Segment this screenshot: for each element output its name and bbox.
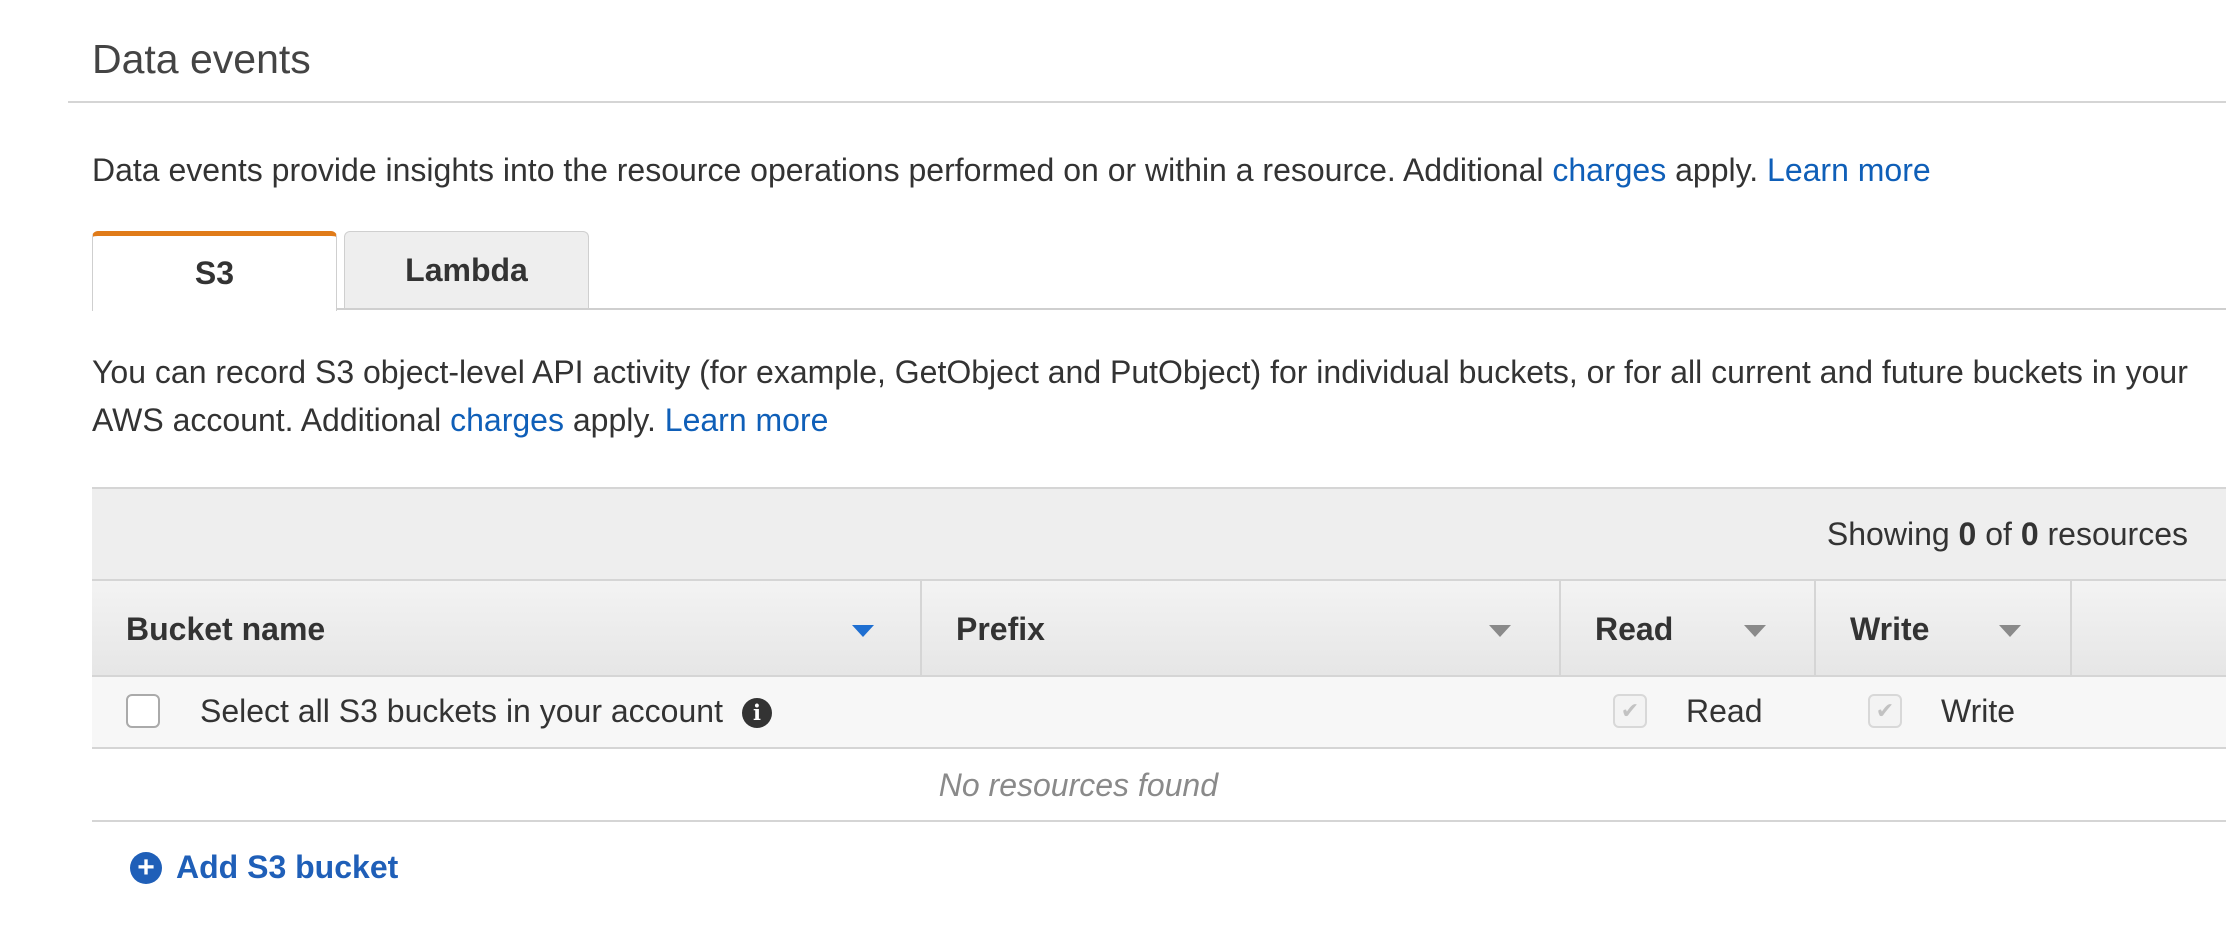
s3-description-text: You can record S3 object-level API activ… <box>92 354 2188 438</box>
section-title: Data events <box>92 36 311 82</box>
s3-description-text-after: apply. <box>572 402 656 438</box>
charges-link[interactable]: charges <box>1552 152 1666 188</box>
select-all-row: Select all S3 buckets in your account i … <box>92 677 2226 749</box>
info-icon[interactable]: i <box>742 698 772 728</box>
intro-description: Data events provide insights into the re… <box>92 152 1931 189</box>
tab-s3[interactable]: S3 <box>92 231 337 311</box>
section-title-divider <box>68 101 2226 103</box>
sort-down-icon <box>852 625 874 637</box>
sort-down-icon <box>1999 625 2021 637</box>
showing-count: 0 <box>1958 516 1977 552</box>
empty-state-row: No resources found <box>92 749 2226 822</box>
s3-description: You can record S3 object-level API activ… <box>92 348 2226 444</box>
column-header-bucket-name[interactable]: Bucket name <box>92 581 922 675</box>
plus-circle-icon: + <box>130 851 162 884</box>
table-column-headers: Bucket name Prefix Read Write <box>92 581 2226 677</box>
column-label: Read <box>1595 611 1674 647</box>
empty-message: No resources found <box>938 767 1218 803</box>
showing-of: of <box>1985 516 2012 552</box>
table-header-bar: Showing 0 of 0 resources <box>92 487 2226 581</box>
column-label: Bucket name <box>126 611 326 647</box>
write-label: Write <box>1941 693 2016 729</box>
column-header-prefix[interactable]: Prefix <box>922 581 1561 675</box>
column-label: Write <box>1850 611 1930 647</box>
select-all-checkbox[interactable] <box>126 694 160 728</box>
column-label: Prefix <box>956 611 1045 647</box>
intro-text-after: apply. <box>1675 152 1759 188</box>
sort-down-icon <box>1489 625 1511 637</box>
select-all-label: Select all S3 buckets in your account <box>200 693 723 729</box>
tab-lambda[interactable]: Lambda <box>344 231 589 309</box>
learn-more-link[interactable]: Learn more <box>1767 152 1931 188</box>
tab-divider <box>92 308 2226 310</box>
showing-prefix: Showing <box>1826 516 1950 552</box>
write-checkbox: ✔ <box>1868 694 1902 728</box>
add-s3-bucket-label: Add S3 bucket <box>176 849 399 885</box>
s3-charges-link[interactable]: charges <box>450 402 564 438</box>
showing-suffix: resources <box>2047 516 2189 552</box>
showing-total: 0 <box>2020 516 2039 552</box>
s3-learn-more-link[interactable]: Learn more <box>665 402 829 438</box>
column-header-write[interactable]: Write <box>1816 581 2072 675</box>
read-checkbox: ✔ <box>1613 694 1647 728</box>
intro-text: Data events provide insights into the re… <box>92 152 1544 188</box>
resource-count: Showing 0 of 0 resources <box>1827 516 2188 553</box>
read-label: Read <box>1686 693 1763 729</box>
column-header-read[interactable]: Read <box>1561 581 1816 675</box>
add-s3-bucket-button[interactable]: + Add S3 bucket <box>130 849 398 886</box>
sort-down-icon <box>1744 625 1766 637</box>
